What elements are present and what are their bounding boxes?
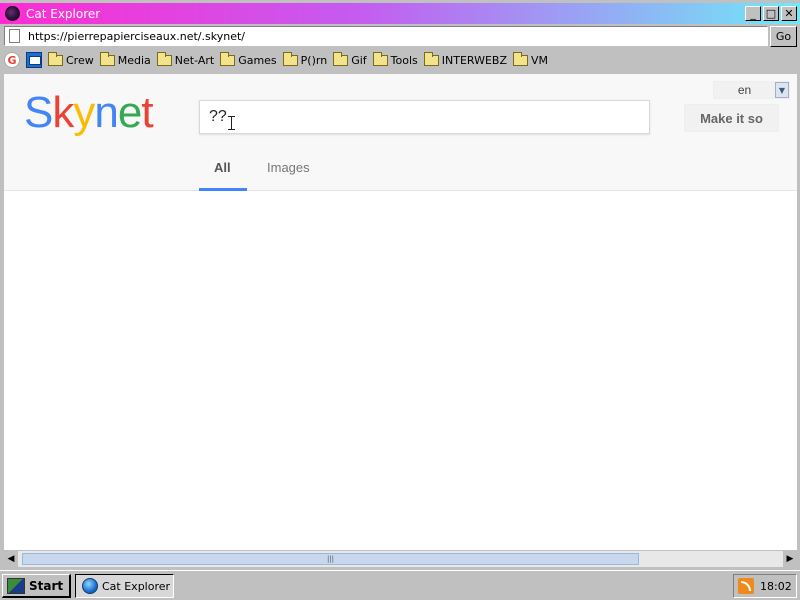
browser-window: Cat Explorer _ □ ✕ Go G Crew Media Net-A… [0, 0, 800, 570]
skynet-logo[interactable]: Skynet [24, 88, 154, 138]
bookmark-vm[interactable]: VM [513, 51, 549, 67]
scroll-thumb[interactable]: ||| [22, 553, 639, 565]
google-icon[interactable]: G [4, 52, 20, 68]
bookmarks-bar: G Crew Media Net-Art Games P()rn Gif Too… [0, 50, 800, 70]
language-select[interactable]: en ▼ [713, 81, 790, 99]
search-input[interactable] [209, 108, 629, 126]
title-bar[interactable]: Cat Explorer _ □ ✕ [0, 3, 800, 24]
bookmark-games[interactable]: Games [220, 51, 277, 67]
bookmark-label: Games [238, 53, 277, 67]
go-button[interactable]: Go [770, 26, 797, 47]
folder-icon [156, 51, 172, 66]
taskbar-item-cat-explorer[interactable]: Cat Explorer [75, 574, 174, 598]
folder-icon [423, 51, 439, 66]
scroll-left-button[interactable]: ◀ [4, 551, 18, 567]
search-box [199, 100, 650, 134]
start-label: Start [29, 578, 64, 593]
folder-icon [372, 51, 388, 66]
globe-icon [82, 578, 98, 594]
language-value: en [737, 83, 752, 97]
folder-icon [220, 51, 236, 66]
taskbar: Start Cat Explorer 18:02 [0, 570, 800, 600]
folder-icon [99, 51, 115, 66]
scroll-right-button[interactable]: ▶ [783, 551, 797, 567]
window-icon[interactable] [26, 52, 42, 68]
logo-letter: y [73, 88, 95, 137]
cat-explorer-icon [5, 6, 20, 21]
rss-icon[interactable] [738, 578, 754, 594]
logo-letter: S [24, 88, 53, 137]
bookmark-tools[interactable]: Tools [372, 51, 418, 67]
maximize-button[interactable]: □ [763, 6, 779, 21]
horizontal-scrollbar[interactable]: ◀ ||| ▶ [4, 551, 797, 567]
window-title: Cat Explorer [26, 6, 101, 21]
clock: 18:02 [760, 579, 792, 593]
page-icon [9, 29, 20, 43]
bookmark-interwebz[interactable]: INTERWEBZ [423, 51, 508, 67]
bookmark-label: Gif [351, 53, 367, 67]
make-it-so-button[interactable]: Make it so [684, 104, 779, 132]
bookmark-porn[interactable]: P()rn [282, 51, 328, 67]
active-tab-indicator [199, 188, 247, 191]
bookmark-label: Media [117, 53, 151, 67]
bookmark-label: Tools [390, 53, 418, 67]
bookmark-label: Net-Art [174, 53, 215, 67]
bookmark-media[interactable]: Media [99, 51, 151, 67]
bookmark-label: INTERWEBZ [441, 53, 508, 67]
logo-letter: n [94, 88, 119, 137]
start-button[interactable]: Start [2, 574, 71, 598]
folder-icon [513, 51, 529, 66]
folder-icon [333, 51, 349, 66]
bookmark-gif[interactable]: Gif [333, 51, 367, 67]
close-button[interactable]: ✕ [781, 6, 797, 21]
folder-icon [282, 51, 298, 66]
minimize-button[interactable]: _ [745, 6, 761, 21]
tab-all[interactable]: All [214, 160, 231, 175]
search-header: Skynet en ▼ Make it so All Images [4, 74, 797, 191]
url-input[interactable] [28, 29, 728, 43]
address-bar [4, 26, 768, 46]
logo-letter: e [117, 88, 143, 137]
system-tray: 18:02 [733, 574, 797, 598]
bookmark-label: VM [531, 53, 549, 67]
bookmark-label: Crew [66, 53, 94, 67]
bookmark-net-art[interactable]: Net-Art [156, 51, 215, 67]
window-controls: _ □ ✕ [745, 6, 797, 21]
windows-logo-icon [7, 577, 25, 594]
page-content: Skynet en ▼ Make it so All Images [4, 74, 797, 550]
task-label: Cat Explorer [102, 579, 171, 593]
folder-icon [48, 51, 63, 66]
chevron-down-icon[interactable]: ▼ [775, 82, 789, 98]
bookmark-crew[interactable]: Crew [48, 51, 94, 67]
text-cursor-icon [228, 116, 235, 130]
logo-letter: k [52, 88, 74, 137]
bookmark-label: P()rn [300, 53, 328, 67]
tab-images[interactable]: Images [267, 160, 310, 175]
logo-letter: t [141, 88, 153, 137]
